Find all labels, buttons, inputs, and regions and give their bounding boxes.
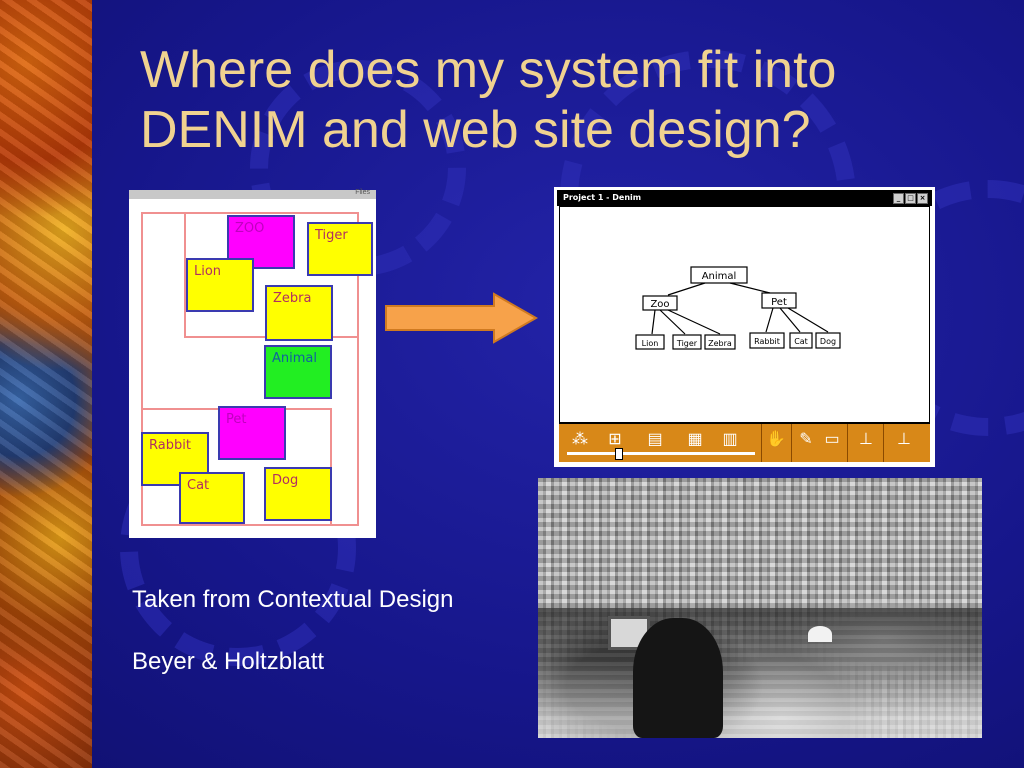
hand-icon[interactable]: ✋ xyxy=(765,429,787,451)
window-title: Project 1 - Denim xyxy=(563,193,642,202)
slide: Where does my system fit into DENIM and … xyxy=(0,0,1024,768)
toolbar-divider xyxy=(883,424,884,462)
denim-toolbar: ⁂ ⊞ ▤ ▦ ▥ ✋ ✎ ▭ ⊥ ⊥ xyxy=(559,422,930,462)
ink-stamp-icon[interactable]: ⊥ xyxy=(893,429,915,451)
diagram-node: Tiger xyxy=(676,339,698,348)
sequence-zoom-icon[interactable]: ▤ xyxy=(644,429,666,451)
toolbar-divider xyxy=(847,424,848,462)
sticky-note: Zebra xyxy=(265,285,333,341)
toolbar-divider xyxy=(761,424,762,462)
decorative-side-strip xyxy=(0,0,92,768)
right-arrow-icon xyxy=(385,292,539,344)
photo-lamp xyxy=(808,626,832,642)
minimize-icon[interactable]: _ xyxy=(893,193,904,204)
slide-title: Where does my system fit into DENIM and … xyxy=(140,41,837,159)
caption-authors: Beyer & Holtzblatt xyxy=(132,648,325,675)
maximize-icon[interactable]: □ xyxy=(905,193,916,204)
paper-sketch-image: Files ZOO Tiger Lion Zebra Animal Pet Ra… xyxy=(129,189,376,538)
window-titlebar: Project 1 - Denim _ □ × xyxy=(557,190,932,206)
diagram-node: Dog xyxy=(820,337,836,346)
zoom-slider[interactable] xyxy=(567,448,755,460)
photo-person xyxy=(633,618,723,738)
diagram-node: Cat xyxy=(794,337,808,346)
diagram-node: Lion xyxy=(642,339,659,348)
zoom-slider-handle[interactable] xyxy=(615,448,623,460)
detail-zoom-icon[interactable]: ▥ xyxy=(719,429,741,451)
sketch-window-bar: Files xyxy=(129,189,376,199)
diagram-node: Rabbit xyxy=(754,337,780,346)
sketch-window-label: Files xyxy=(355,189,370,196)
diagram-node: Animal xyxy=(702,271,737,282)
page-zoom-icon[interactable]: ▦ xyxy=(684,429,706,451)
eraser-icon[interactable]: ▭ xyxy=(821,429,843,451)
sticky-note: Lion xyxy=(186,258,254,312)
sticky-note: Dog xyxy=(264,467,332,521)
rubber-stamp-icon[interactable]: ⊥ xyxy=(855,429,877,451)
sketch-canvas[interactable]: Animal Zoo Pet Lion Tiger Zebra Rabbit C… xyxy=(559,206,930,428)
toolbar-divider xyxy=(791,424,792,462)
sticky-note: Animal xyxy=(264,345,332,399)
denim-window: Project 1 - Denim _ □ × Animal Zoo Pet L… xyxy=(554,187,935,467)
photo-desk-area xyxy=(538,608,982,738)
diagram-node: Zoo xyxy=(650,299,669,310)
sticky-note: Tiger xyxy=(307,222,373,276)
diagram-node: Pet xyxy=(771,297,787,308)
contextual-design-photo xyxy=(538,478,982,738)
diagram-node: Zebra xyxy=(708,339,732,348)
sticky-note: Cat xyxy=(179,472,245,524)
pencil-icon[interactable]: ✎ xyxy=(795,429,817,451)
caption-source: Taken from Contextual Design xyxy=(132,586,454,613)
sticky-note: Pet xyxy=(218,406,286,460)
site-map-zoom-icon[interactable]: ⁂ xyxy=(569,429,591,451)
site-map-diagram: Animal Zoo Pet Lion Tiger Zebra Rabbit C… xyxy=(635,266,841,350)
close-icon[interactable]: × xyxy=(917,193,928,204)
